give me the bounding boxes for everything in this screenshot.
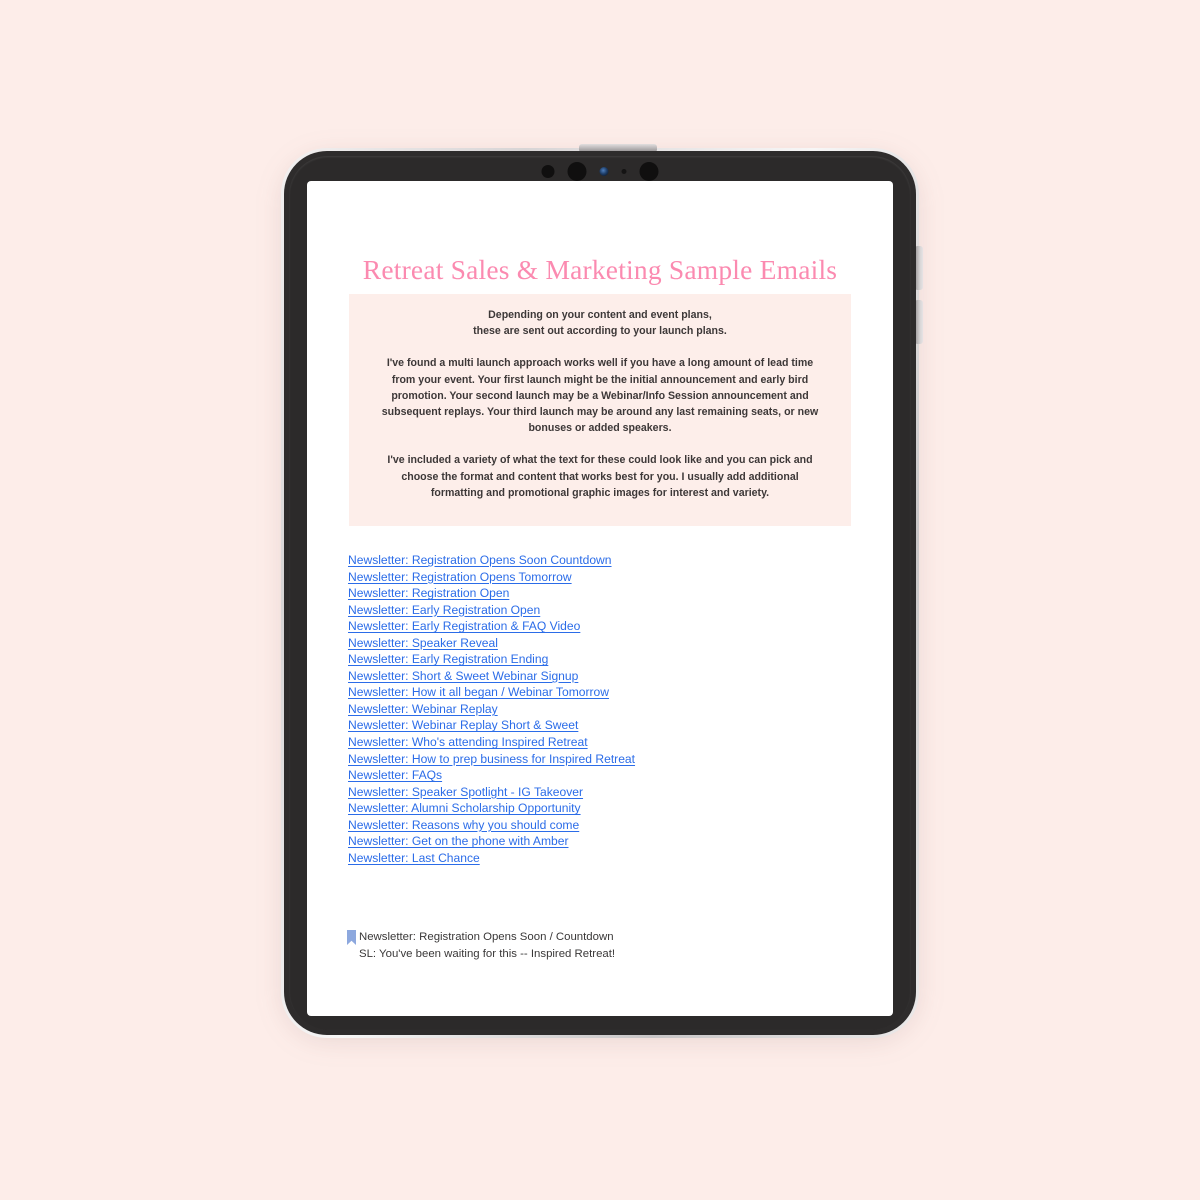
newsletter-link[interactable]: Newsletter: Webinar Replay: [348, 701, 498, 718]
newsletter-link[interactable]: Newsletter: Webinar Replay Short & Sweet: [348, 717, 578, 734]
newsletter-link[interactable]: Newsletter: Alumni Scholarship Opportuni…: [348, 800, 581, 817]
volume-up-button[interactable]: [916, 246, 923, 290]
intro-callout-box: Depending on your content and event plan…: [349, 294, 851, 526]
newsletter-link-list: Newsletter: Registration Opens Soon Coun…: [348, 552, 848, 866]
newsletter-link[interactable]: Newsletter: Short & Sweet Webinar Signup: [348, 668, 578, 685]
intro-paragraph-2: I've found a multi launch approach works…: [381, 357, 819, 435]
ambient-sensor-icon: [567, 161, 587, 181]
microphone-icon: [621, 168, 627, 174]
newsletter-link[interactable]: Newsletter: Early Registration & FAQ Vid…: [348, 618, 580, 635]
tablet-device: Retreat Sales & Marketing Sample Emails …: [281, 144, 923, 1038]
newsletter-link[interactable]: Newsletter: Registration Opens Soon Coun…: [348, 552, 612, 569]
sensor-cluster: [541, 161, 659, 181]
intro-paragraph-1: Depending on your content and event plan…: [377, 307, 823, 339]
bookmark-subject-line: SL: You've been waiting for this -- Insp…: [359, 947, 616, 960]
newsletter-link[interactable]: Newsletter: Early Registration Ending: [348, 651, 548, 668]
newsletter-link[interactable]: Newsletter: Reasons why you should come: [348, 817, 579, 834]
face-sensor-icon: [639, 161, 659, 181]
tablet-screen: Retreat Sales & Marketing Sample Emails …: [307, 181, 893, 1016]
newsletter-link[interactable]: Newsletter: Speaker Spotlight - IG Takeo…: [348, 784, 583, 801]
sensor-dot-icon: [541, 164, 555, 178]
power-button[interactable]: [579, 144, 657, 151]
newsletter-link[interactable]: Newsletter: Last Chance: [348, 850, 480, 867]
document-page: Retreat Sales & Marketing Sample Emails …: [307, 181, 893, 1016]
bookmark-section: Newsletter: Registration Opens Soon / Co…: [347, 929, 827, 962]
intro-line-1: Depending on your content and event plan…: [488, 309, 712, 321]
newsletter-link[interactable]: Newsletter: Who's attending Inspired Ret…: [348, 734, 588, 751]
bookmark-icon: [347, 930, 356, 945]
newsletter-link[interactable]: Newsletter: Get on the phone with Amber: [348, 833, 569, 850]
intro-line-2: these are sent out according to your lau…: [473, 325, 727, 338]
bookmark-heading-row: Newsletter: Registration Opens Soon / Co…: [347, 929, 827, 946]
newsletter-link[interactable]: Newsletter: Speaker Reveal: [348, 635, 498, 652]
newsletter-link[interactable]: Newsletter: Registration Open: [348, 585, 509, 602]
bookmark-heading: Newsletter: Registration Opens Soon / Co…: [359, 931, 614, 943]
volume-down-button[interactable]: [916, 300, 923, 344]
page-title: Retreat Sales & Marketing Sample Emails: [362, 254, 838, 285]
intro-paragraph-3: I've included a variety of what the text…: [387, 454, 813, 499]
newsletter-link[interactable]: Newsletter: How to prep business for Ins…: [348, 751, 635, 768]
newsletter-link[interactable]: Newsletter: FAQs: [348, 767, 442, 784]
front-camera-icon: [599, 166, 609, 176]
newsletter-link[interactable]: Newsletter: Early Registration Open: [348, 602, 540, 619]
newsletter-link[interactable]: Newsletter: How it all began / Webinar T…: [348, 684, 609, 701]
newsletter-link[interactable]: Newsletter: Registration Opens Tomorrow: [348, 569, 572, 586]
